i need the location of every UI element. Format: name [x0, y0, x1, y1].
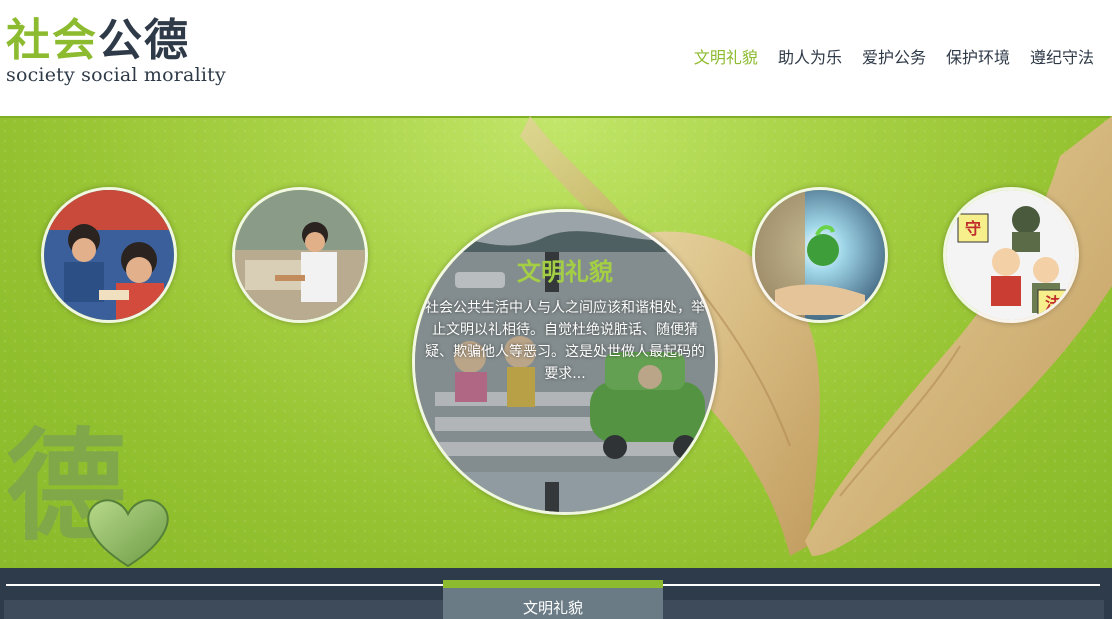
section-tab-wenming[interactable]: 文明礼貌 [443, 580, 663, 619]
nav-item-baohu[interactable]: 保护环境 [946, 44, 1010, 68]
bottom-bar: 文明礼貌 [0, 568, 1112, 619]
main-nav: 文明礼貌 助人为乐 爱护公务 保护环境 遵纪守法 [694, 44, 1094, 68]
logo-title-part2: 公德 [98, 15, 190, 66]
site-header: 社会公德 society social morality 文明礼貌 助人为乐 爱… [0, 0, 1112, 116]
reading-photo [235, 190, 365, 320]
de-character-decoration: 德 [8, 416, 169, 568]
thumb-circle-law[interactable]: 守 法 [943, 187, 1079, 323]
law-cartoon: 守 法 [946, 190, 1076, 320]
thumb-circle-reading[interactable] [232, 187, 368, 323]
logo-title-part1: 社会 [6, 15, 98, 66]
hero-banner: 文明礼貌 社会公共生活中人与人之间应该和谐相处，举止文明以礼相待。自觉杜绝说脏话… [0, 116, 1112, 568]
featured-description: 社会公共生活中人与人之间应该和谐相处，举止文明以礼相待。自觉杜绝说脏话、随便猜疑… [425, 300, 705, 382]
nav-item-aihu[interactable]: 爱护公务 [862, 44, 926, 68]
section-tab-label: 文明礼貌 [522, 599, 583, 617]
featured-title: 文明礼貌 [517, 258, 613, 286]
thumb-circle-students[interactable] [41, 187, 177, 323]
students-photo [44, 190, 174, 320]
nav-item-wenming[interactable]: 文明礼貌 [694, 44, 758, 68]
site-logo[interactable]: 社会公德 society social morality [6, 14, 226, 86]
tab-accent [443, 580, 663, 588]
logo-subtitle: society social morality [6, 64, 226, 86]
featured-circle[interactable]: 文明礼貌 社会公共生活中人与人之间应该和谐相处，举止文明以礼相待。自觉杜绝说脏话… [412, 209, 718, 515]
sign-text-shou: 守 [965, 219, 981, 238]
featured-caption: 文明礼貌 社会公共生活中人与人之间应该和谐相处，举止文明以礼相待。自觉杜绝说脏话… [415, 252, 715, 385]
thumb-circle-environment[interactable] [752, 187, 888, 323]
nav-item-zhuren[interactable]: 助人为乐 [778, 44, 842, 68]
logo-title: 社会公德 [6, 14, 226, 68]
nav-item-zunji[interactable]: 遵纪守法 [1030, 44, 1094, 68]
environment-photo [755, 190, 885, 320]
